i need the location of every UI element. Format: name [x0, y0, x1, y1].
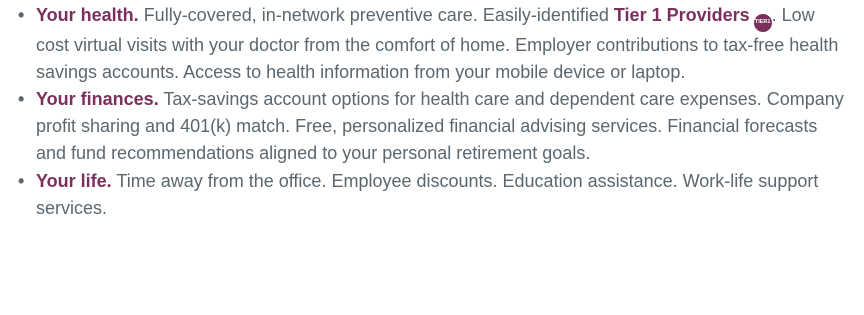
benefit-title-life: Your life.: [36, 170, 112, 191]
benefit-title-finances: Your finances.: [36, 88, 159, 109]
list-item-life: • Your life. Time away from the office. …: [14, 168, 850, 222]
bullet-icon: •: [18, 5, 25, 25]
bullet-icon: •: [18, 170, 25, 191]
tier-badge-top: TIER: [754, 19, 768, 25]
tier-badge-bottom: 1: [767, 19, 771, 25]
benefit-text-health-1: Fully-covered, in-network preventive car…: [138, 5, 614, 25]
benefit-title-health: Your health.: [36, 5, 139, 25]
benefit-text-life: Time away from the office. Employee disc…: [36, 170, 819, 218]
tier-1-providers-label: Tier 1 Providers: [613, 5, 750, 25]
list-item-health: • Your health. Fully-covered, in-network…: [14, 2, 850, 86]
benefits-list: • Your health. Fully-covered, in-network…: [14, 2, 850, 222]
bullet-icon: •: [18, 88, 25, 109]
benefits-section: • Your health. Fully-covered, in-network…: [0, 0, 864, 315]
list-item-finances: • Your finances. Tax-savings account opt…: [14, 86, 850, 168]
tier-1-badge-icon: TIER 1: [753, 13, 772, 32]
